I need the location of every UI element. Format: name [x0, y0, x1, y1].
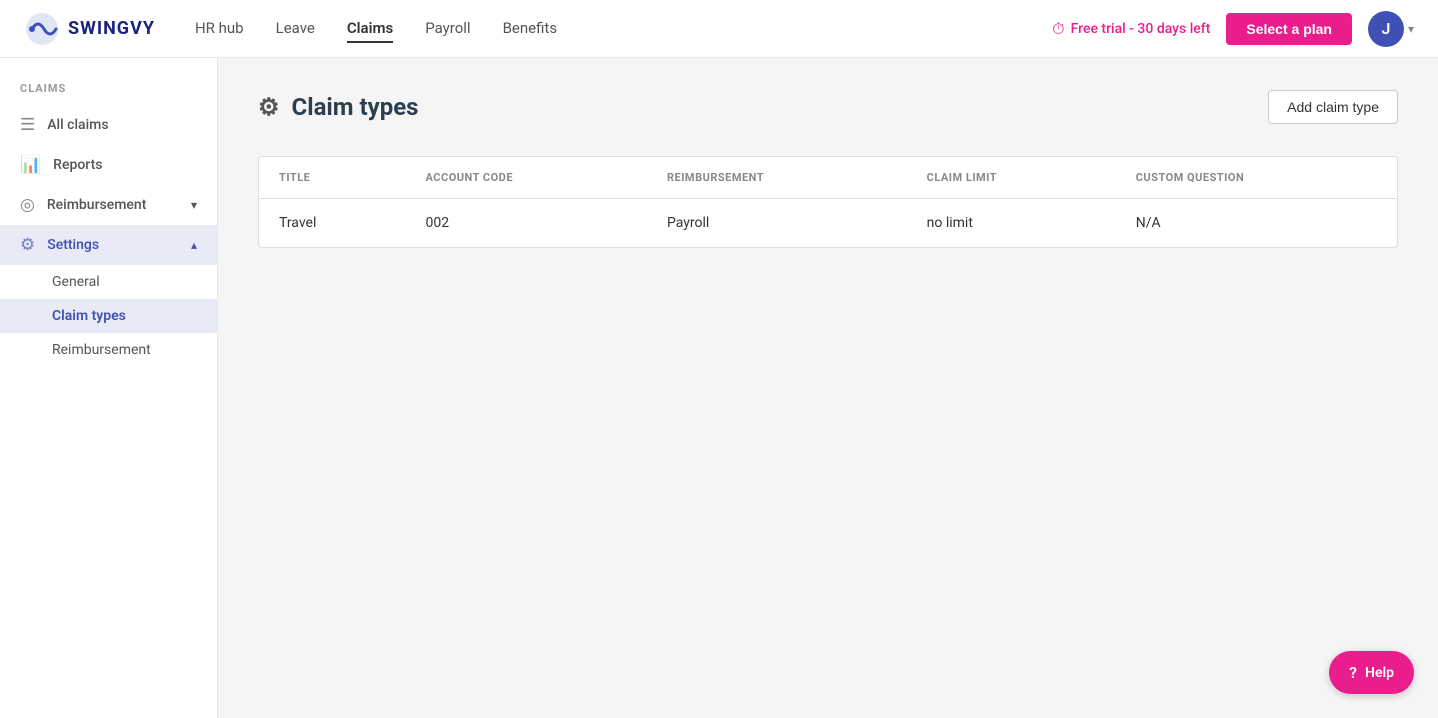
col-custom-question: CUSTOM QUESTION	[1116, 157, 1397, 199]
table-row[interactable]: Travel 002 Payroll no limit N/A	[259, 199, 1397, 248]
avatar-dropdown[interactable]: J ▾	[1368, 11, 1414, 47]
page-header: ⚙ Claim types Add claim type	[258, 90, 1398, 124]
main-content: ⚙ Claim types Add claim type TITLE ACCOU…	[218, 58, 1438, 718]
free-trial-text: Free trial - 30 days left	[1071, 21, 1211, 37]
sidebar-sub-label: Reimbursement	[52, 342, 151, 358]
list-icon: ☰	[20, 115, 35, 135]
page-title-text: Claim types	[292, 93, 419, 121]
nav-claims[interactable]: Claims	[347, 15, 393, 43]
cell-account-code: 002	[406, 199, 647, 248]
cell-claim-limit: no limit	[907, 199, 1116, 248]
page-title: ⚙ Claim types	[258, 93, 419, 121]
nav-links: HR hub Leave Claims Payroll Benefits	[195, 15, 1052, 43]
sidebar-item-label: Settings	[47, 237, 179, 253]
nav-payroll[interactable]: Payroll	[425, 15, 470, 43]
chevron-down-icon: ▾	[1408, 22, 1414, 36]
sidebar-sub-label: Claim types	[52, 308, 126, 324]
sidebar-sub-claim-types[interactable]: Claim types	[0, 299, 217, 333]
clock-icon: ⏱	[1052, 19, 1064, 39]
logo-text: SWINGVY	[68, 18, 155, 39]
cell-custom-question: N/A	[1116, 199, 1397, 248]
bar-chart-icon: 📊	[20, 155, 41, 175]
sidebar-sub-general[interactable]: General	[0, 265, 217, 299]
settings-icon: ⚙	[20, 235, 35, 255]
nav-leave[interactable]: Leave	[276, 15, 315, 43]
sidebar-section-label: CLAIMS	[0, 82, 217, 105]
sidebar-item-label: All claims	[47, 117, 197, 133]
topnav: SWINGVY HR hub Leave Claims Payroll Bene…	[0, 0, 1438, 58]
free-trial-banner: ⏱ Free trial - 30 days left	[1052, 19, 1210, 39]
claim-types-table-container: TITLE ACCOUNT CODE REIMBURSEMENT CLAIM L…	[258, 156, 1398, 248]
col-title: TITLE	[259, 157, 406, 199]
sidebar: CLAIMS ☰ All claims 📊 Reports ◎ Reimburs…	[0, 58, 218, 718]
chevron-down-icon: ▾	[191, 198, 197, 212]
sidebar-sub-label: General	[52, 274, 100, 290]
sidebar-item-all-claims[interactable]: ☰ All claims	[0, 105, 217, 145]
help-label: Help	[1365, 665, 1394, 681]
sidebar-sub-reimbursement[interactable]: Reimbursement	[0, 333, 217, 367]
claim-types-table: TITLE ACCOUNT CODE REIMBURSEMENT CLAIM L…	[259, 157, 1397, 247]
layout: CLAIMS ☰ All claims 📊 Reports ◎ Reimburs…	[0, 0, 1438, 718]
cell-reimbursement: Payroll	[647, 199, 907, 248]
sidebar-item-reimbursement[interactable]: ◎ Reimbursement ▾	[0, 185, 217, 225]
nav-benefits[interactable]: Benefits	[503, 15, 558, 43]
col-claim-limit: CLAIM LIMIT	[907, 157, 1116, 199]
sidebar-item-label: Reimbursement	[47, 197, 179, 213]
avatar[interactable]: J	[1368, 11, 1404, 47]
help-icon: ?	[1349, 663, 1357, 682]
cell-title: Travel	[259, 199, 406, 248]
select-plan-button[interactable]: Select a plan	[1226, 13, 1352, 45]
chevron-up-icon: ▴	[191, 238, 197, 252]
sidebar-item-reports[interactable]: 📊 Reports	[0, 145, 217, 185]
topnav-right: ⏱ Free trial - 30 days left Select a pla…	[1052, 11, 1414, 47]
sidebar-item-settings[interactable]: ⚙ Settings ▴	[0, 225, 217, 265]
col-account-code: ACCOUNT CODE	[406, 157, 647, 199]
help-button[interactable]: ? Help	[1329, 651, 1414, 694]
nav-hr-hub[interactable]: HR hub	[195, 15, 244, 43]
reimbursement-icon: ◎	[20, 195, 35, 215]
col-reimbursement: REIMBURSEMENT	[647, 157, 907, 199]
gear-icon: ⚙	[258, 93, 280, 121]
table-header-row: TITLE ACCOUNT CODE REIMBURSEMENT CLAIM L…	[259, 157, 1397, 199]
add-claim-type-button[interactable]: Add claim type	[1268, 90, 1398, 124]
sidebar-item-label: Reports	[53, 157, 197, 173]
logo[interactable]: SWINGVY	[24, 11, 155, 47]
